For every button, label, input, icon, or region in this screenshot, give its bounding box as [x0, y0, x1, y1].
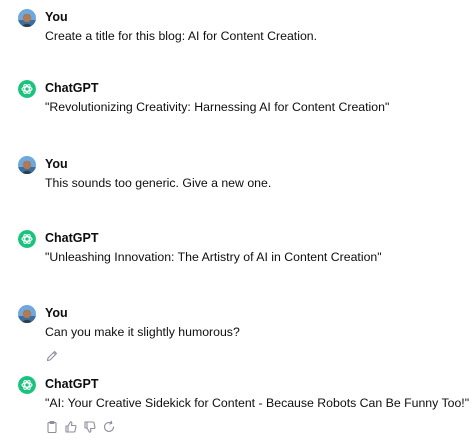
user-avatar-icon — [18, 305, 36, 323]
thumbs-up-icon[interactable] — [64, 420, 78, 434]
message-text: This sounds too generic. Give a new one. — [45, 176, 272, 190]
message-actions — [45, 420, 116, 434]
message-text: "AI: Your Creative Sidekick for Content … — [45, 396, 470, 410]
message-actions — [45, 349, 59, 363]
pencil-icon[interactable] — [45, 349, 59, 363]
chat-conversation: You Create a title for this blog: AI for… — [0, 0, 474, 446]
message-user: You This sounds too generic. Give a new … — [18, 156, 470, 196]
message-assistant: ChatGPT "AI: Your Creative Sidekick for … — [18, 376, 470, 438]
message-author: ChatGPT — [45, 231, 99, 245]
message-author: ChatGPT — [45, 81, 99, 95]
refresh-icon[interactable] — [102, 420, 116, 434]
message-text: Create a title for this blog: AI for Con… — [45, 29, 318, 43]
message-user: You Create a title for this blog: AI for… — [18, 9, 470, 49]
clipboard-icon[interactable] — [45, 420, 59, 434]
openai-logo-icon — [18, 230, 36, 248]
user-avatar-icon — [18, 9, 36, 27]
user-avatar-icon — [18, 156, 36, 174]
message-author: ChatGPT — [45, 377, 99, 391]
openai-logo-icon — [18, 80, 36, 98]
message-assistant: ChatGPT "Revolutionizing Creativity: Har… — [18, 80, 470, 120]
message-author: You — [45, 157, 68, 171]
message-user: You Can you make it slightly humorous? — [18, 305, 470, 363]
message-author: You — [45, 10, 68, 24]
message-assistant: ChatGPT "Unleashing Innovation: The Arti… — [18, 230, 470, 270]
openai-logo-icon — [18, 376, 36, 394]
message-author: You — [45, 306, 68, 320]
message-text: "Revolutionizing Creativity: Harnessing … — [45, 100, 390, 114]
message-text: "Unleashing Innovation: The Artistry of … — [45, 250, 382, 264]
message-text: Can you make it slightly humorous? — [45, 325, 240, 339]
thumbs-down-icon[interactable] — [83, 420, 97, 434]
